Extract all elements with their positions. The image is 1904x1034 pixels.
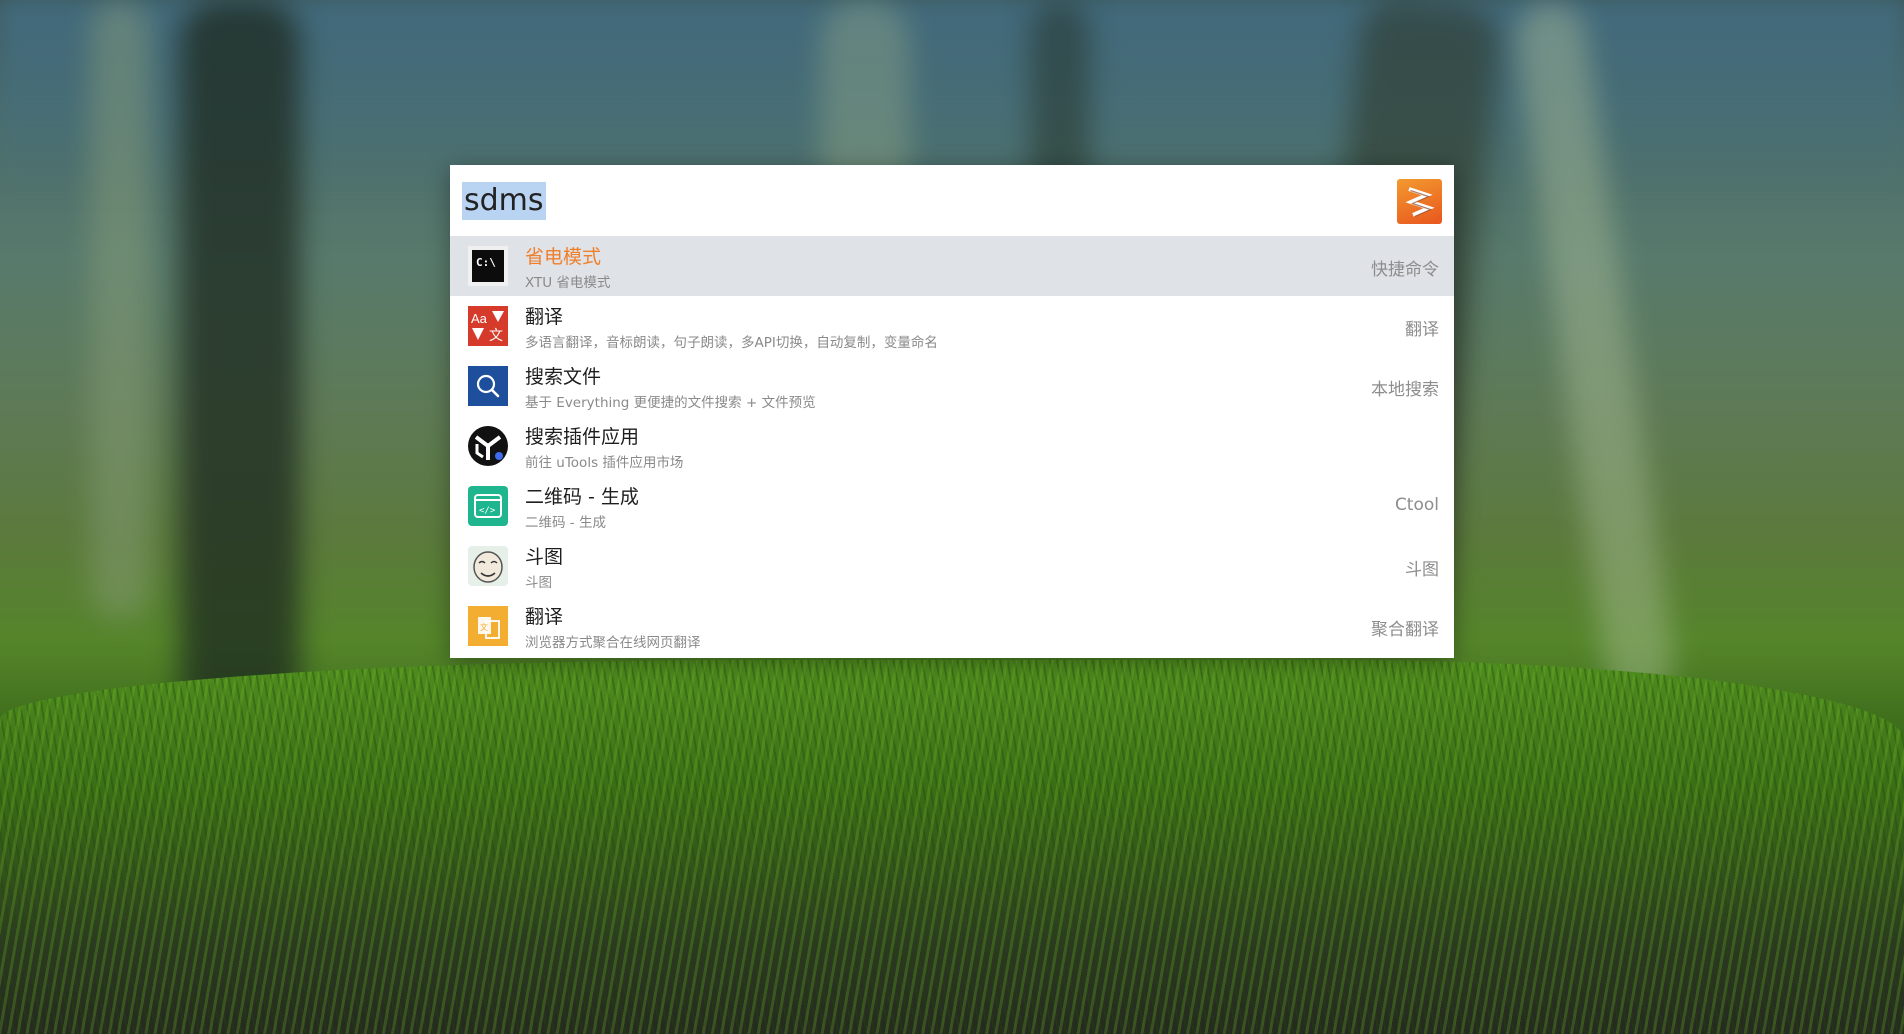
result-item[interactable]: 文 翻译 浏览器方式聚合在线网页翻译 聚合翻译 [450,596,1454,656]
result-description: 多语言翻译，音标朗读，句子朗读，多API切换，自动复制，变量命名 [525,335,938,351]
wallpaper-tree [90,0,150,620]
result-tag: 聚合翻译 [1371,620,1439,640]
result-tag: 本地搜索 [1371,380,1439,400]
file-search-icon [468,366,508,406]
cmd-terminal-icon: C:\ [468,246,508,286]
result-title: 翻译 [525,306,564,328]
result-tag: Ctool [1394,495,1439,515]
result-item[interactable]: 搜索插件应用 前往 uTools 插件应用市场 [450,416,1454,476]
svg-text:</>: </> [479,506,496,516]
result-description: 浏览器方式聚合在线网页翻译 [525,635,701,651]
result-description: 基于 Everything 更便捷的文件搜索 + 文件预览 [525,395,816,411]
result-title: 斗图 [525,546,564,568]
wallpaper-tree [180,0,300,760]
meme-face-icon [468,546,508,586]
result-title: 搜索文件 [525,366,602,388]
result-description: 二维码 - 生成 [525,515,606,531]
svg-text:文: 文 [489,328,503,344]
code-window-icon: </> [468,486,508,526]
result-title: 搜索插件应用 [525,426,640,448]
wallpaper-moss [0,660,1904,1034]
search-bar: sdms [450,165,1454,236]
result-description: 斗图 [525,575,552,591]
result-item[interactable]: </> 二维码 - 生成 二维码 - 生成 Ctool [450,476,1454,536]
result-item[interactable]: C:\ 省电模式 XTU 省电模式 快捷命令 [450,236,1454,296]
result-tag: 斗图 [1405,560,1439,580]
aggregate-translate-icon: 文 [468,606,508,646]
result-tag: 快捷命令 [1371,260,1439,280]
desktop-wallpaper: sdms C:\ 省电模式 XTU 省电模式 快捷命令 Aa 文 翻译 多语言翻… [0,0,1904,1034]
svg-text:文: 文 [480,622,488,632]
result-description: 前往 uTools 插件应用市场 [525,455,684,471]
translate-icon: Aa 文 [468,306,508,346]
result-tag: 翻译 [1405,320,1439,340]
plugin-market-icon [468,426,508,466]
result-title: 省电模式 [525,246,602,268]
utools-logo-icon[interactable] [1397,179,1442,224]
result-item[interactable]: 斗图 斗图 斗图 [450,536,1454,596]
result-description: XTU 省电模式 [525,275,611,291]
launcher-window: sdms C:\ 省电模式 XTU 省电模式 快捷命令 Aa 文 翻译 多语言翻… [450,165,1454,658]
result-item[interactable]: 搜索文件 基于 Everything 更便捷的文件搜索 + 文件预览 本地搜索 [450,356,1454,416]
result-title: 二维码 - 生成 [525,486,639,508]
search-input[interactable]: sdms [462,182,546,220]
result-item[interactable]: Aa 文 翻译 多语言翻译，音标朗读，句子朗读，多API切换，自动复制，变量命名… [450,296,1454,356]
result-title: 翻译 [525,606,564,628]
svg-text:Aa: Aa [471,311,488,326]
